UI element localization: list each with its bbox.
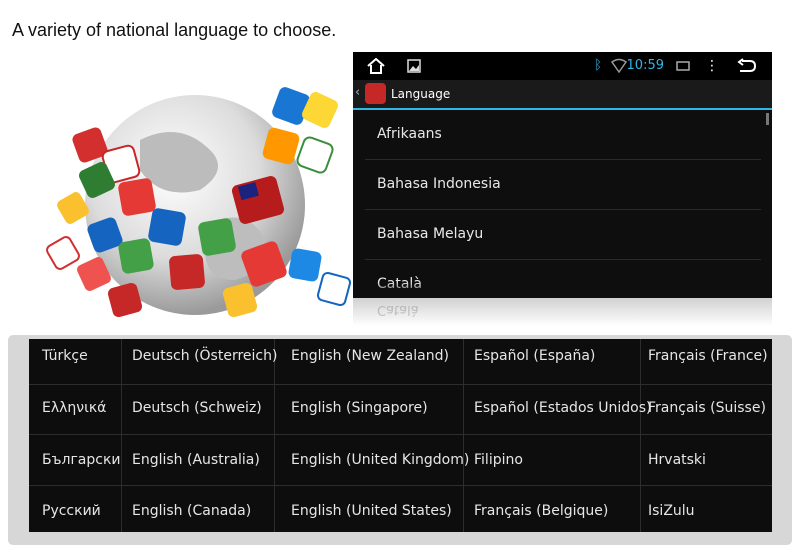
table-cell: Български xyxy=(42,452,121,468)
table-cell: English (Canada) xyxy=(132,503,252,519)
table-cell: Hrvatski xyxy=(648,452,706,468)
android-language-screen: ᛒ 10:59 ⋮ ‹ Language Afrikaans Bahasa In… xyxy=(353,52,772,298)
back-icon[interactable] xyxy=(737,58,757,74)
table-cell: English (United Kingdom) xyxy=(291,452,470,468)
action-bar-title: Language xyxy=(391,87,451,101)
list-fade xyxy=(353,282,772,298)
list-item-label: Bahasa Melayu xyxy=(377,226,484,242)
table-cell: Ελληνικά xyxy=(42,400,107,416)
table-cell: Español (Estados Unidos) xyxy=(474,400,652,416)
language-table: Türkçe Deutsch (Österreich) English (New… xyxy=(29,339,772,532)
table-cell: IsiZulu xyxy=(648,503,695,519)
table-cell: English (Singapore) xyxy=(291,400,428,416)
table-cell: Filipino xyxy=(474,452,523,468)
list-item-label: Bahasa Indonesia xyxy=(377,176,501,192)
language-list: Afrikaans Bahasa Indonesia Bahasa Melayu… xyxy=(353,110,772,298)
table-cell: Français (Suisse) xyxy=(648,400,766,416)
settings-app-icon[interactable] xyxy=(365,83,386,104)
page-headline: A variety of national language to choose… xyxy=(12,20,337,40)
list-item[interactable]: Bahasa Melayu xyxy=(365,210,761,260)
up-caret-icon[interactable]: ‹ xyxy=(355,85,360,100)
home-icon[interactable] xyxy=(367,58,385,74)
scrollbar[interactable] xyxy=(766,113,769,125)
wifi-icon xyxy=(611,58,627,74)
table-cell: Русский xyxy=(42,503,101,519)
overflow-menu-icon[interactable]: ⋮ xyxy=(705,58,719,74)
table-cell: English (New Zealand) xyxy=(291,348,449,364)
status-bar: ᛒ 10:59 ⋮ xyxy=(353,52,772,80)
table-cell: English (Australia) xyxy=(132,452,260,468)
list-item-label: Afrikaans xyxy=(377,126,442,142)
bluetooth-icon: ᛒ xyxy=(594,58,602,73)
screenshot-icon xyxy=(676,61,690,71)
table-cell: English (United States) xyxy=(291,503,452,519)
reflection-text: Català xyxy=(377,302,419,317)
table-cell: Español (España) xyxy=(474,348,596,364)
list-item[interactable]: Afrikaans xyxy=(365,110,761,160)
list-item[interactable]: Bahasa Indonesia xyxy=(365,160,761,210)
table-cell: Français (France) xyxy=(648,348,768,364)
table-cell: Türkçe xyxy=(42,348,88,364)
table-cell: Français (Belgique) xyxy=(474,503,609,519)
globe-flags-illustration xyxy=(46,87,352,318)
table-cell: Deutsch (Österreich) xyxy=(132,348,278,364)
table-cell: Deutsch (Schweiz) xyxy=(132,400,262,416)
gallery-icon xyxy=(407,59,421,73)
action-bar: ‹ Language xyxy=(353,80,772,110)
status-clock: 10:59 xyxy=(626,58,664,73)
